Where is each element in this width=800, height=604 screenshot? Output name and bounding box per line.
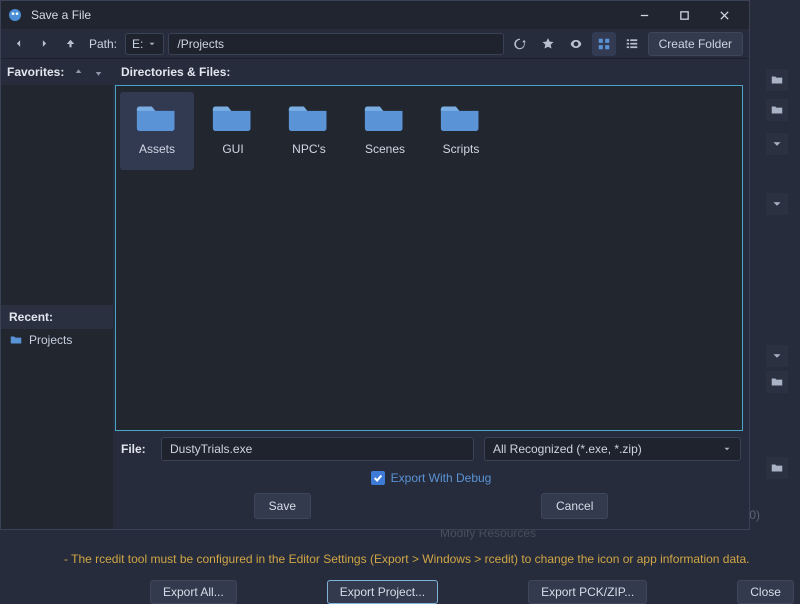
chevron-down-icon[interactable]: [766, 345, 788, 367]
favorites-down-button[interactable]: [89, 63, 107, 81]
minimize-button[interactable]: [625, 3, 663, 27]
file-type-select[interactable]: All Recognized (*.exe, *.zip): [484, 437, 741, 461]
recent-item-projects[interactable]: Projects: [1, 329, 113, 351]
export-all-button[interactable]: Export All...: [150, 580, 237, 604]
folder-icon: [136, 100, 178, 134]
folder-label: NPC's: [292, 142, 326, 156]
folder-item-gui[interactable]: GUI: [196, 92, 270, 170]
close-button[interactable]: [705, 3, 743, 27]
app-icon: [7, 7, 23, 23]
directories-label: Directories & Files:: [113, 59, 749, 85]
export-pck-button[interactable]: Export PCK/ZIP...: [528, 580, 647, 604]
drive-select[interactable]: E:: [125, 33, 164, 55]
folder-item-scenes[interactable]: Scenes: [348, 92, 422, 170]
folder-item-scripts[interactable]: Scripts: [424, 92, 498, 170]
nav-forward-button[interactable]: [33, 33, 55, 55]
export-project-button[interactable]: Export Project...: [327, 580, 438, 604]
nav-back-button[interactable]: [7, 33, 29, 55]
favorites-list: [1, 85, 113, 305]
folder-icon: [440, 100, 482, 134]
folder-icon: [364, 100, 406, 134]
file-label: File:: [121, 442, 151, 456]
bg-folder-icon: [766, 457, 788, 479]
folder-label: Scenes: [365, 142, 405, 156]
folder-item-npc-s[interactable]: NPC's: [272, 92, 346, 170]
maximize-button[interactable]: [665, 3, 703, 27]
recent-list: Projects: [1, 329, 113, 529]
save-button[interactable]: Save: [254, 493, 311, 519]
favorites-header: Favorites:: [1, 59, 113, 85]
export-debug-checkbox[interactable]: [371, 471, 385, 485]
save-file-dialog: Save a File Path: E: Create Folder Favor…: [0, 0, 750, 530]
file-type-value: All Recognized (*.exe, *.zip): [493, 442, 642, 456]
refresh-button[interactable]: [508, 32, 532, 56]
chevron-down-icon[interactable]: [766, 193, 788, 215]
path-input[interactable]: [168, 33, 503, 55]
window-title: Save a File: [29, 8, 619, 22]
titlebar[interactable]: Save a File: [1, 1, 749, 29]
folder-label: Scripts: [443, 142, 480, 156]
file-name-input[interactable]: [161, 437, 474, 461]
show-hidden-button[interactable]: [564, 32, 588, 56]
list-view-button[interactable]: [620, 32, 644, 56]
chevron-down-icon[interactable]: [766, 133, 788, 155]
grid-view-button[interactable]: [592, 32, 616, 56]
bg-folder-icon: [766, 69, 788, 91]
folder-icon: [9, 333, 23, 347]
recent-item-label: Projects: [29, 333, 72, 347]
folder-item-assets[interactable]: Assets: [120, 92, 194, 170]
folder-icon: [288, 100, 330, 134]
bg-folder-icon: [766, 371, 788, 393]
warning-text: - The rcedit tool must be configured in …: [64, 552, 776, 566]
create-folder-button[interactable]: Create Folder: [648, 32, 743, 56]
favorites-label: Favorites:: [7, 65, 64, 79]
folder-label: Assets: [139, 142, 175, 156]
drive-value: E:: [132, 37, 143, 51]
path-label: Path:: [89, 37, 117, 51]
file-browser[interactable]: Assets GUI NPC's Scenes Scripts: [115, 85, 743, 431]
cancel-button[interactable]: Cancel: [541, 493, 608, 519]
favorites-up-button[interactable]: [69, 63, 87, 81]
export-debug-label: Export With Debug: [391, 471, 492, 485]
close-export-button[interactable]: Close: [737, 580, 794, 604]
recent-header: Recent:: [1, 305, 113, 329]
folder-icon: [212, 100, 254, 134]
favorite-button[interactable]: [536, 32, 560, 56]
bg-folder-icon: [766, 99, 788, 121]
navbar: Path: E: Create Folder: [1, 29, 749, 59]
nav-up-button[interactable]: [59, 33, 81, 55]
folder-label: GUI: [222, 142, 243, 156]
